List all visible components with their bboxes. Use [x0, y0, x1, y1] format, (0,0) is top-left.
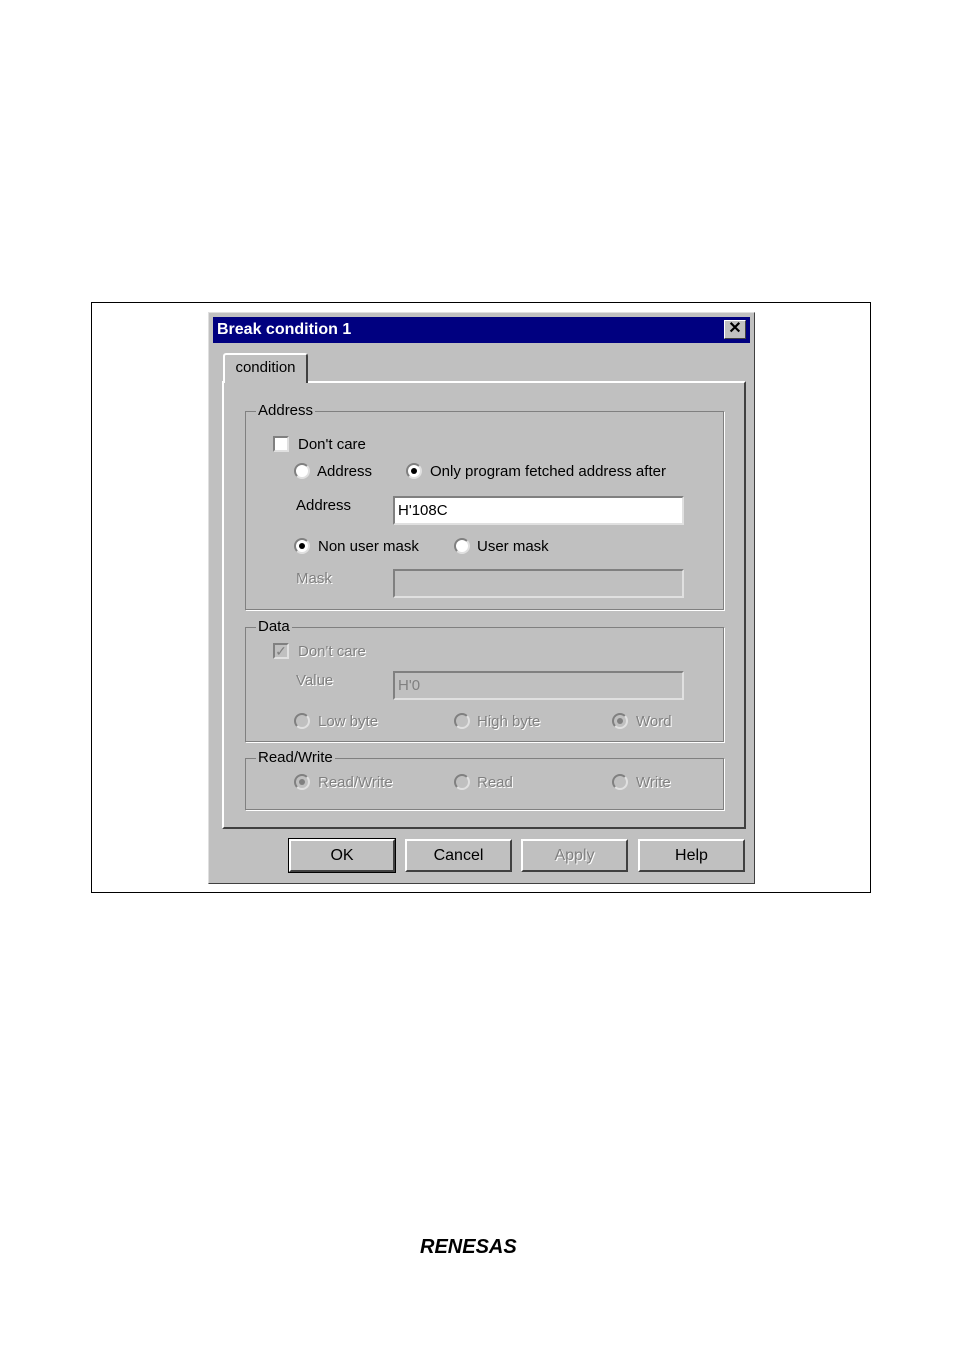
- radio-high-byte-label: High byte: [477, 713, 541, 730]
- data-group-legend: Data: [256, 618, 292, 636]
- svg-text:RENESAS: RENESAS: [420, 1236, 517, 1257]
- read-write-group-legend: Read/Write: [256, 749, 335, 767]
- read-write-group: Read/Write Read/Write Read Write: [245, 749, 724, 810]
- radio-read[interactable]: [454, 774, 470, 790]
- radio-address-label: Address: [317, 463, 373, 480]
- address-dont-care-label: Don't care: [298, 436, 366, 453]
- title-bar: Break condition 1 ✕: [213, 317, 750, 343]
- radio-only-fetched[interactable]: [406, 463, 422, 479]
- data-dont-care-checkbox[interactable]: ✓: [273, 643, 289, 659]
- close-icon[interactable]: ✕: [724, 320, 746, 339]
- mask-input[interactable]: [393, 569, 684, 598]
- value-field-label: Value: [296, 672, 334, 689]
- radio-low-byte-label: Low byte: [318, 713, 379, 730]
- condition-panel: Address Don't care Address Only program …: [222, 381, 746, 829]
- address-field-label: Address: [296, 497, 352, 514]
- apply-button[interactable]: Apply: [521, 839, 628, 872]
- help-button[interactable]: Help: [638, 839, 745, 872]
- radio-user-mask-label: User mask: [477, 538, 549, 555]
- radio-low-byte[interactable]: [294, 713, 310, 729]
- data-dont-care-label: Don't care: [298, 643, 366, 660]
- radio-word[interactable]: [612, 713, 628, 729]
- radio-non-user-mask[interactable]: [294, 538, 310, 554]
- tab-condition[interactable]: condition: [223, 353, 308, 383]
- break-condition-dialog: Break condition 1 ✕ condition Address Do…: [208, 312, 755, 884]
- radio-high-byte[interactable]: [454, 713, 470, 729]
- address-group-legend: Address: [256, 402, 316, 420]
- radio-read-write-label: Read/Write: [318, 774, 393, 791]
- address-group: Address Don't care Address Only program …: [245, 402, 724, 610]
- radio-read-label: Read: [477, 774, 513, 791]
- radio-write-label: Write: [636, 774, 671, 791]
- radio-non-user-mask-label: Non user mask: [318, 538, 419, 555]
- radio-address[interactable]: [294, 463, 310, 479]
- address-dont-care-checkbox[interactable]: [273, 436, 289, 452]
- cancel-button[interactable]: Cancel: [405, 839, 512, 872]
- radio-read-write[interactable]: [294, 774, 310, 790]
- radio-only-fetched-label: Only program fetched address after: [430, 463, 666, 480]
- ok-button[interactable]: OK: [288, 838, 396, 873]
- radio-word-label: Word: [636, 713, 672, 730]
- value-input[interactable]: H'0: [393, 671, 684, 700]
- renesas-logo: RENESAS: [420, 1236, 517, 1257]
- address-input[interactable]: H'108C: [393, 496, 684, 525]
- radio-write[interactable]: [612, 774, 628, 790]
- dialog-title: Break condition 1: [217, 321, 352, 338]
- data-group: Data ✓ Don't care Value H'0 Low byte Hig…: [245, 618, 724, 742]
- mask-field-label: Mask: [296, 570, 332, 587]
- radio-user-mask[interactable]: [454, 538, 470, 554]
